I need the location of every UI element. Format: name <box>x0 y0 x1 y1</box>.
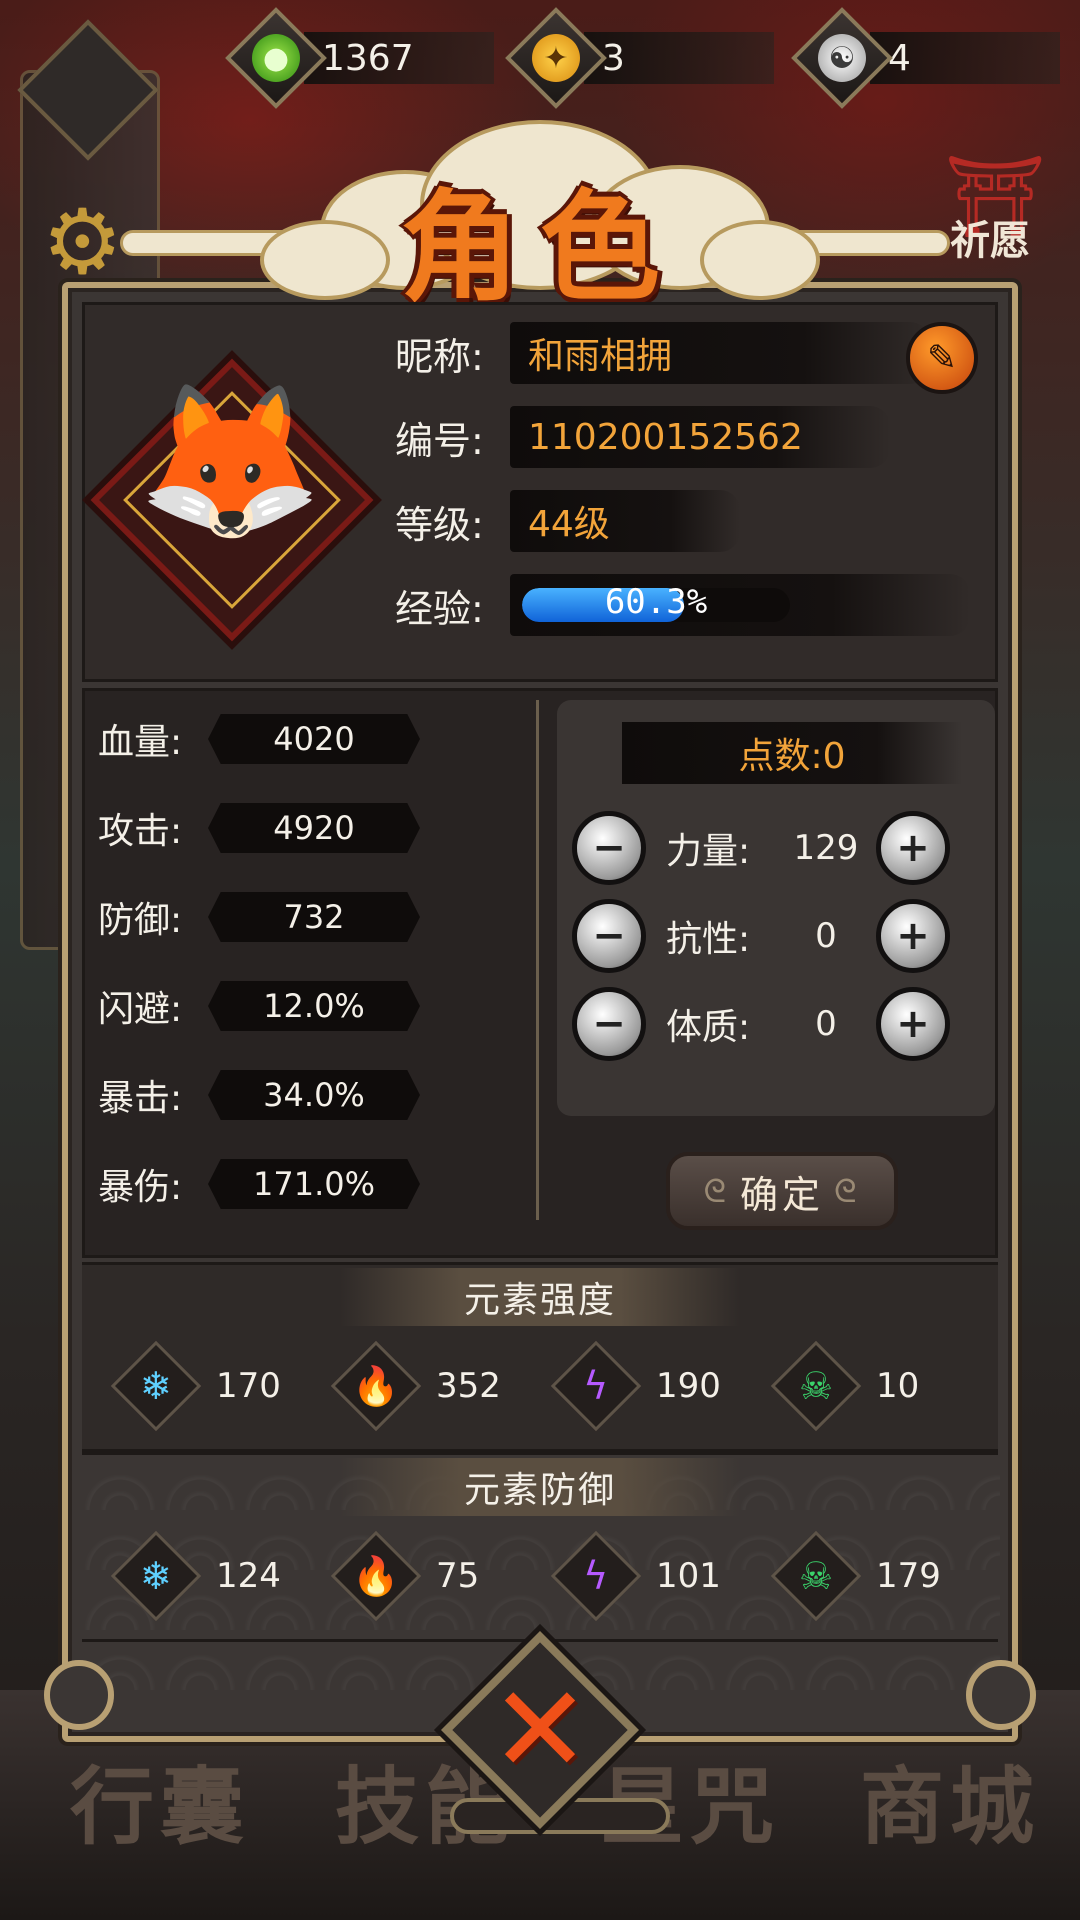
exp-percent: 60.3% <box>604 582 708 622</box>
fox-mask-avatar[interactable]: 🦊 <box>130 362 330 562</box>
stat-hp: 血量: 4020 <box>98 711 420 767</box>
defense-poison: ☠ 179 <box>770 1530 941 1622</box>
strength-poison: ☠ 10 <box>770 1340 919 1432</box>
confirm-button[interactable]: ᘓ 确定 ᘓ <box>666 1152 898 1230</box>
stats-scrollbar[interactable] <box>536 700 539 1220</box>
fire-icon: 🔥 <box>352 1363 400 1408</box>
level-label: 等级: <box>395 502 484 547</box>
nickname-label: 昵称: <box>395 334 484 379</box>
snowflake-icon: ❄ <box>140 1554 172 1598</box>
id-row: 编号: 110200152562 <box>395 406 890 468</box>
settings-gear-icon[interactable]: ⚙ <box>42 190 123 295</box>
attr-constitution: − 体质: 0 + <box>572 984 982 1064</box>
poison-skull-icon: ☠ <box>798 1553 834 1598</box>
silver-swirl-coin-icon: ☯ <box>818 34 866 82</box>
exp-label: 经验: <box>395 586 484 631</box>
brush-icon: ✎ <box>926 337 958 379</box>
element-strength-title: 元素强度 <box>340 1268 740 1326</box>
fire-icon: 🔥 <box>352 1553 400 1598</box>
decrease-resistance-button[interactable]: − <box>572 899 646 973</box>
points-remaining: 点数:0 <box>622 722 962 784</box>
currency-green[interactable]: ● 1367 <box>225 7 494 109</box>
currency-value: 1367 <box>304 32 494 84</box>
id-label: 编号: <box>395 418 484 463</box>
stat-defense: 防御: 732 <box>98 889 420 945</box>
decrease-constitution-button[interactable]: − <box>572 987 646 1061</box>
defense-ice: ❄ 124 <box>110 1530 281 1622</box>
nav-shop[interactable]: 商城 <box>860 1740 1040 1861</box>
attr-resistance: − 抗性: 0 + <box>572 896 982 976</box>
stat-crit: 暴击: 34.0% <box>98 1067 420 1123</box>
stat-attack: 攻击: 4920 <box>98 800 420 856</box>
close-button[interactable]: ✕ <box>470 1660 610 1800</box>
currency-value: 3 <box>584 32 774 84</box>
green-flame-icon: ● <box>252 34 300 82</box>
lightning-icon: ϟ <box>583 1553 609 1598</box>
nickname-value: 和雨相拥 <box>510 322 930 384</box>
currency-silver[interactable]: ☯ 4 <box>791 7 1060 109</box>
strength-fire: 🔥 352 <box>330 1340 501 1432</box>
edit-name-button[interactable]: ✎ <box>906 322 978 394</box>
poison-skull-icon: ☠ <box>798 1363 834 1408</box>
stat-crit-damage: 暴伤: 171.0% <box>98 1156 420 1212</box>
increase-strength-button[interactable]: + <box>876 811 950 885</box>
strength-ice: ❄ 170 <box>110 1340 281 1432</box>
wish-label: 祈愿 <box>950 217 1030 264</box>
snowflake-icon: ❄ <box>140 1364 172 1408</box>
nav-bag[interactable]: 行囊 <box>70 1740 250 1861</box>
page-title: 角色 <box>400 177 680 318</box>
element-defense-title: 元素防御 <box>340 1458 740 1516</box>
level-value: 44级 <box>510 490 740 552</box>
gold-star-coin-icon: ✦ <box>532 34 580 82</box>
corner-ornament <box>966 1660 1036 1730</box>
title-cloud: 角色 <box>260 110 820 318</box>
stat-dodge: 闪避: 12.0% <box>98 978 420 1034</box>
attr-strength: − 力量: 129 + <box>572 808 982 888</box>
close-icon: ✕ <box>489 1660 591 1800</box>
id-value: 110200152562 <box>510 406 890 468</box>
currency-value: 4 <box>870 32 1060 84</box>
corner-ornament <box>44 1660 114 1730</box>
defense-fire: 🔥 75 <box>330 1530 479 1622</box>
increase-constitution-button[interactable]: + <box>876 987 950 1061</box>
level-row: 等级: 44级 <box>395 490 740 552</box>
strength-lightning: ϟ 190 <box>550 1340 721 1432</box>
nickname-row: 昵称: 和雨相拥 <box>395 322 930 384</box>
currency-gold[interactable]: ✦ 3 <box>505 7 774 109</box>
decrease-strength-button[interactable]: − <box>572 811 646 885</box>
defense-lightning: ϟ 101 <box>550 1530 721 1622</box>
confirm-label: 确定 <box>739 1172 824 1217</box>
lightning-icon: ϟ <box>583 1363 609 1408</box>
increase-resistance-button[interactable]: + <box>876 899 950 973</box>
